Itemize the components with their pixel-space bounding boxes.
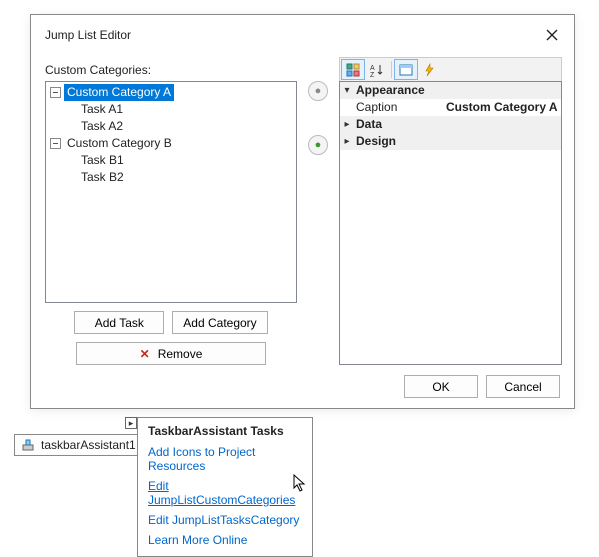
property-grid-pane: A Z [339,57,562,365]
tree-task[interactable]: Task A1 [46,101,296,118]
close-button[interactable] [540,23,564,47]
lightning-icon [423,63,437,77]
svg-text:Z: Z [370,72,375,77]
tree-node-label[interactable]: Custom Category B [64,135,175,152]
tree-node-label[interactable]: Task B2 [78,169,127,186]
events-button[interactable] [418,59,442,80]
pg-property-name: Caption [340,99,446,116]
add-category-button[interactable]: Add Category [172,311,267,334]
custom-categories-label: Custom Categories: [45,63,297,77]
svg-text:A: A [370,65,375,72]
remove-label: Remove [158,347,203,361]
add-task-button[interactable]: Add Task [74,311,164,334]
expander-icon[interactable] [50,138,61,149]
cancel-button[interactable]: Cancel [486,375,560,398]
dialog-actions: OK Cancel [404,375,560,398]
mid-column: ● ● [305,57,331,365]
remove-button[interactable]: ✕ Remove [76,342,266,365]
titlebar: Jump List Editor [31,15,574,51]
add-button[interactable]: ● [308,135,328,155]
pg-property-value[interactable]: Custom Category A [446,99,561,116]
dot-icon: ● [315,85,322,97]
jump-list-editor-dialog: Jump List Editor Custom Categories: Cust… [30,14,575,409]
tree-task[interactable]: Task B1 [46,152,296,169]
chevron-down-icon[interactable]: ▾ [340,82,354,99]
dialog-title: Jump List Editor [45,28,540,42]
ok-button[interactable]: OK [404,375,478,398]
move-button[interactable]: ● [308,81,328,101]
tree-node-label[interactable]: Task A2 [78,118,126,135]
property-pages-icon [399,63,413,77]
property-grid-toolbar: A Z [339,57,562,81]
component-tray-item[interactable]: taskbarAssistant1 [14,434,145,456]
categorized-icon [346,63,360,77]
smart-panel-title: TaskbarAssistant Tasks [148,424,302,438]
categorized-button[interactable] [341,59,365,80]
tree-category[interactable]: Custom Category A [46,84,296,101]
property-pages-button[interactable] [394,59,418,80]
pg-category-name: Design [354,133,446,150]
smart-tag-panel: TaskbarAssistant Tasks Add Icons to Proj… [137,417,313,557]
component-icon [21,438,35,452]
smart-link[interactable]: Learn More Online [148,530,302,550]
component-name-label: taskbarAssistant1 [41,438,136,452]
tree-node-label[interactable]: Task A1 [78,101,126,118]
tree-task[interactable]: Task A2 [46,118,296,135]
tree-category[interactable]: Custom Category B [46,135,296,152]
categories-tree[interactable]: Custom Category A Task A1 Task A2 Custom… [45,81,297,303]
plus-icon: ● [315,139,322,151]
pg-category-name: Data [354,116,446,133]
tree-node-label[interactable]: Task B1 [78,152,127,169]
pg-category-row[interactable]: ▸ Data [340,116,561,133]
pg-property-row[interactable]: Caption Custom Category A [340,99,561,116]
left-pane: Custom Categories: Custom Category A Tas… [45,57,297,365]
pg-category-row[interactable]: ▸ Design [340,133,561,150]
smart-link[interactable]: Edit JumpListCustomCategories [148,476,302,510]
alphabetical-icon: A Z [370,63,384,77]
expander-icon[interactable] [50,87,61,98]
alphabetical-button[interactable]: A Z [365,59,389,80]
remove-x-icon: ✕ [140,347,150,361]
close-icon [546,29,558,41]
chevron-right-icon[interactable]: ▸ [340,133,354,150]
chevron-right-icon[interactable]: ▸ [340,116,354,133]
property-grid[interactable]: ▾ Appearance Caption Custom Category A ▸… [339,81,562,365]
pg-category-name: Appearance [354,82,446,99]
smart-link[interactable]: Edit JumpListTasksCategory [148,510,302,530]
pg-category-row[interactable]: ▾ Appearance [340,82,561,99]
smart-tag-arrow[interactable]: ▸ [125,417,137,429]
tree-node-label[interactable]: Custom Category A [64,84,174,101]
smart-link[interactable]: Add Icons to Project Resources [148,442,302,476]
tree-task[interactable]: Task B2 [46,169,296,186]
